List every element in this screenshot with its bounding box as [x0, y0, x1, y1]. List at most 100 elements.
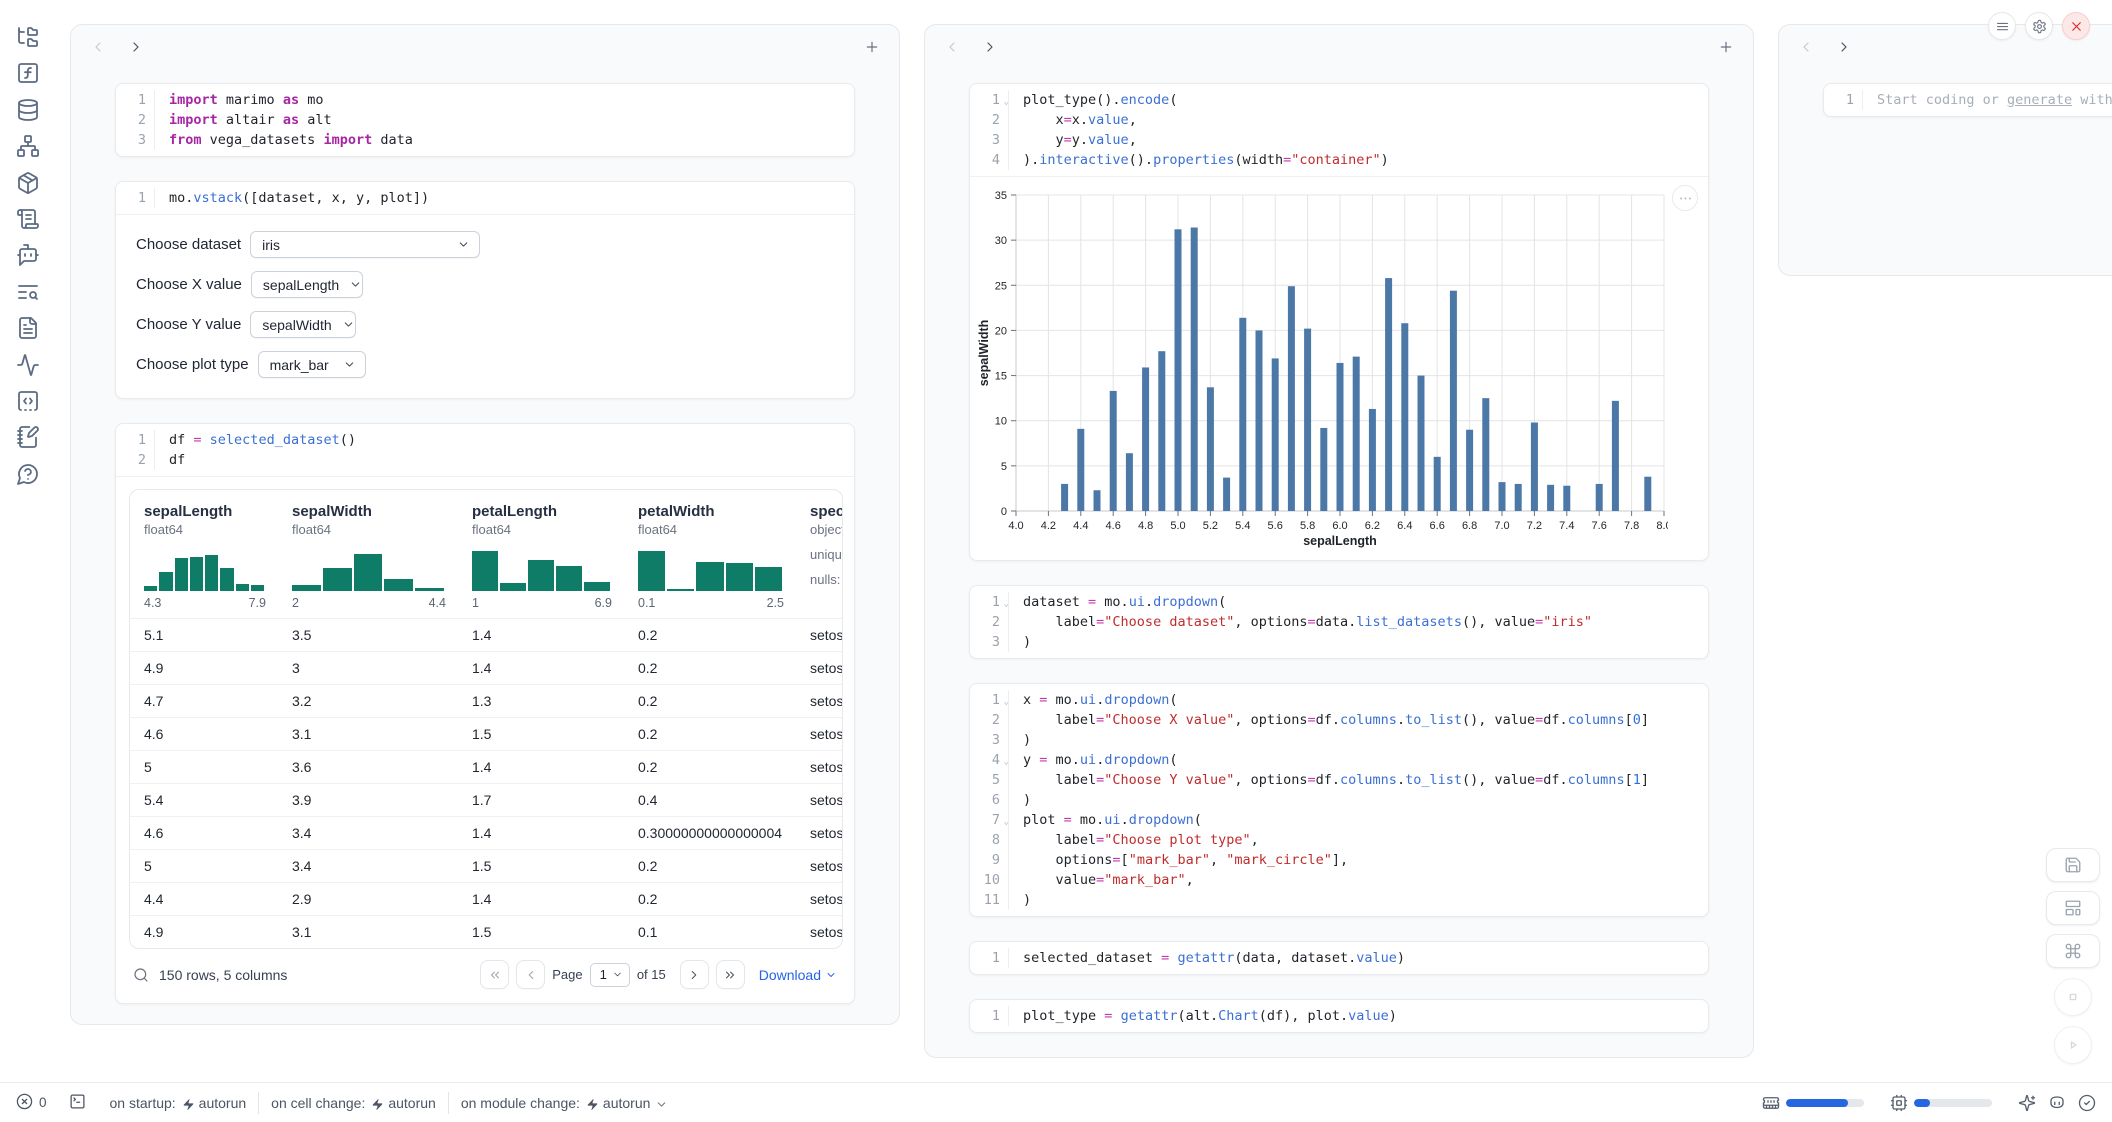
code-editor[interactable]: 1 Start coding or generate with AI: [1824, 84, 2112, 116]
close-button[interactable]: [2062, 12, 2090, 40]
code-editor[interactable]: 1selected_dataset = getattr(data, datase…: [970, 942, 1708, 974]
fold-chevron-icon[interactable]: ⌄: [1004, 594, 1009, 614]
code-editor[interactable]: 1import marimo as mo2import altair as al…: [116, 84, 854, 156]
table-cell: 1.7: [458, 784, 624, 816]
add-column-button[interactable]: [861, 36, 883, 58]
table-cell: 0.1: [624, 916, 796, 948]
sidebar-logs-scroll-icon[interactable]: [16, 207, 40, 231]
run-button[interactable]: [2054, 1026, 2092, 1064]
table-column-header[interactable]: speciesobjectuniquenulls:: [796, 503, 843, 610]
table-row: 53.61.40.2setosa: [130, 750, 842, 783]
fold-chevron-icon[interactable]: ⌄: [1004, 752, 1009, 772]
memory-icon[interactable]: [1762, 1094, 1780, 1112]
table-row: 4.42.91.40.2setosa: [130, 882, 842, 915]
save-button[interactable]: [2046, 848, 2100, 882]
sidebar-code-snippet-icon[interactable]: [16, 389, 40, 413]
column-prev-button[interactable]: [941, 36, 963, 58]
next-page-button[interactable]: [680, 960, 709, 989]
sidebar-scratchpad-icon[interactable]: [16, 425, 40, 449]
dropdown-value: mark_bar: [270, 357, 329, 373]
layout-button[interactable]: [2046, 891, 2100, 925]
copilot-icon[interactable]: [2048, 1094, 2066, 1112]
column-prev-button[interactable]: [1795, 36, 1817, 58]
code-editor[interactable]: 1mo.vstack([dataset, x, y, plot]): [116, 182, 854, 214]
table-cell: 4.4: [130, 883, 278, 915]
notebook-column-middle: 1⌄plot_type().encode(2 x=x.value,3 y=y.v…: [924, 24, 1754, 1058]
svg-text:4.2: 4.2: [1041, 520, 1056, 532]
dropdown-select[interactable]: sepalLength: [251, 271, 363, 298]
notebook-cell: 1⌄x = mo.ui.dropdown(2 label="Choose X v…: [969, 683, 1709, 917]
code-line: label="Choose plot type",: [1008, 830, 1708, 850]
chart-actions-button[interactable]: [1672, 185, 1698, 211]
column-next-button[interactable]: [125, 36, 147, 58]
fold-chevron-icon[interactable]: ⌄: [1004, 692, 1009, 712]
error-count-badge[interactable]: 0: [16, 1093, 47, 1113]
sidebar-dependency-graph-icon[interactable]: [16, 134, 40, 158]
menu-button[interactable]: [1988, 12, 2016, 40]
fold-chevron-icon[interactable]: ⌄: [1004, 812, 1009, 832]
code-editor[interactable]: 1⌄plot_type().encode(2 x=x.value,3 y=y.v…: [970, 84, 1708, 176]
first-page-button[interactable]: [480, 960, 509, 989]
table-column-header[interactable]: sepalWidthfloat6424.4: [278, 503, 458, 610]
code-editor[interactable]: 1plot_type = getattr(alt.Chart(df), plot…: [970, 1000, 1708, 1032]
column-prev-button[interactable]: [87, 36, 109, 58]
fold-chevron-icon[interactable]: ⌄: [1004, 92, 1009, 112]
column-stat: nulls:: [810, 572, 843, 587]
bar-chart[interactable]: 4.04.24.44.64.85.05.25.45.65.86.06.26.46…: [976, 181, 1668, 553]
column-name: sepalWidth: [292, 503, 458, 520]
sidebar-file-text-icon[interactable]: [16, 316, 40, 340]
stop-button[interactable]: [2054, 978, 2092, 1016]
page-select[interactable]: 1: [590, 963, 630, 987]
column-next-button[interactable]: [1833, 36, 1855, 58]
table-cell: 0.30000000000000004: [624, 817, 796, 849]
run-config-item[interactable]: on cell change:autorun: [271, 1095, 436, 1111]
line-number: 2: [116, 110, 154, 130]
notebook-cell: 1plot_type = getattr(alt.Chart(df), plot…: [969, 999, 1709, 1033]
gear-button[interactable]: [2025, 12, 2053, 40]
dropdown-select[interactable]: iris: [250, 231, 480, 258]
code-editor[interactable]: 1⌄x = mo.ui.dropdown(2 label="Choose X v…: [970, 684, 1708, 916]
dropdown-select[interactable]: mark_bar: [258, 351, 366, 378]
line-number: 4⌄: [970, 750, 1008, 770]
sidebar-ai-chat-icon[interactable]: [16, 243, 40, 267]
table-cell: 0.2: [624, 883, 796, 915]
sidebar-doc-search-icon[interactable]: [16, 280, 40, 304]
dropdown-label: Choose plot type: [136, 356, 249, 373]
check-circle-icon[interactable]: [2078, 1094, 2096, 1112]
chevron-down-icon: [447, 238, 470, 251]
add-column-button[interactable]: [1715, 36, 1737, 58]
column-dtype: float64: [472, 522, 624, 537]
sidebar-activity-icon[interactable]: [16, 353, 40, 377]
code-editor[interactable]: 1⌄dataset = mo.ui.dropdown(2 label="Choo…: [970, 586, 1708, 658]
code-line: options=["mark_bar", "mark_circle"],: [1008, 850, 1708, 870]
run-config-item[interactable]: on module change:autorun: [461, 1095, 669, 1111]
table-column-header[interactable]: sepalLengthfloat644.37.9: [130, 503, 278, 610]
column-dtype: float64: [292, 522, 458, 537]
terminal-button[interactable]: [69, 1093, 86, 1113]
dropdown-row: Choose X valuesepalLength: [136, 271, 834, 298]
line-number: 3: [970, 632, 1008, 652]
table-column-header[interactable]: petalWidthfloat640.12.5: [624, 503, 796, 610]
sidebar-package-icon[interactable]: [16, 171, 40, 195]
sidebar-database-icon[interactable]: [16, 98, 40, 122]
prev-page-button[interactable]: [516, 960, 545, 989]
dropdown-select[interactable]: sepalWidth: [250, 311, 356, 338]
code-editor[interactable]: 1df = selected_dataset()2df: [116, 424, 854, 476]
run-config-item[interactable]: on startup:autorun: [110, 1095, 247, 1111]
sidebar-square-function-icon[interactable]: [16, 61, 40, 85]
last-page-button[interactable]: [716, 960, 745, 989]
sidebar-help-icon[interactable]: [16, 462, 40, 486]
command-button[interactable]: [2046, 934, 2100, 968]
column-stat: unique: [810, 547, 843, 562]
table-cell: 4.6: [130, 718, 278, 750]
generate-with-ai-link[interactable]: generate: [2007, 92, 2072, 108]
column-next-button[interactable]: [979, 36, 1001, 58]
cpu-icon[interactable]: [1890, 1094, 1908, 1112]
sidebar-file-tree-icon[interactable]: [16, 25, 40, 49]
chevron-down-icon: [339, 278, 362, 291]
table-column-header[interactable]: petalLengthfloat6416.9: [458, 503, 624, 610]
table-cell: setosa: [796, 685, 843, 717]
sparkles-icon[interactable]: [2018, 1094, 2036, 1112]
notebook-column-right: 1 Start coding or generate with AI: [1778, 24, 2112, 276]
download-button[interactable]: Download: [759, 967, 837, 983]
